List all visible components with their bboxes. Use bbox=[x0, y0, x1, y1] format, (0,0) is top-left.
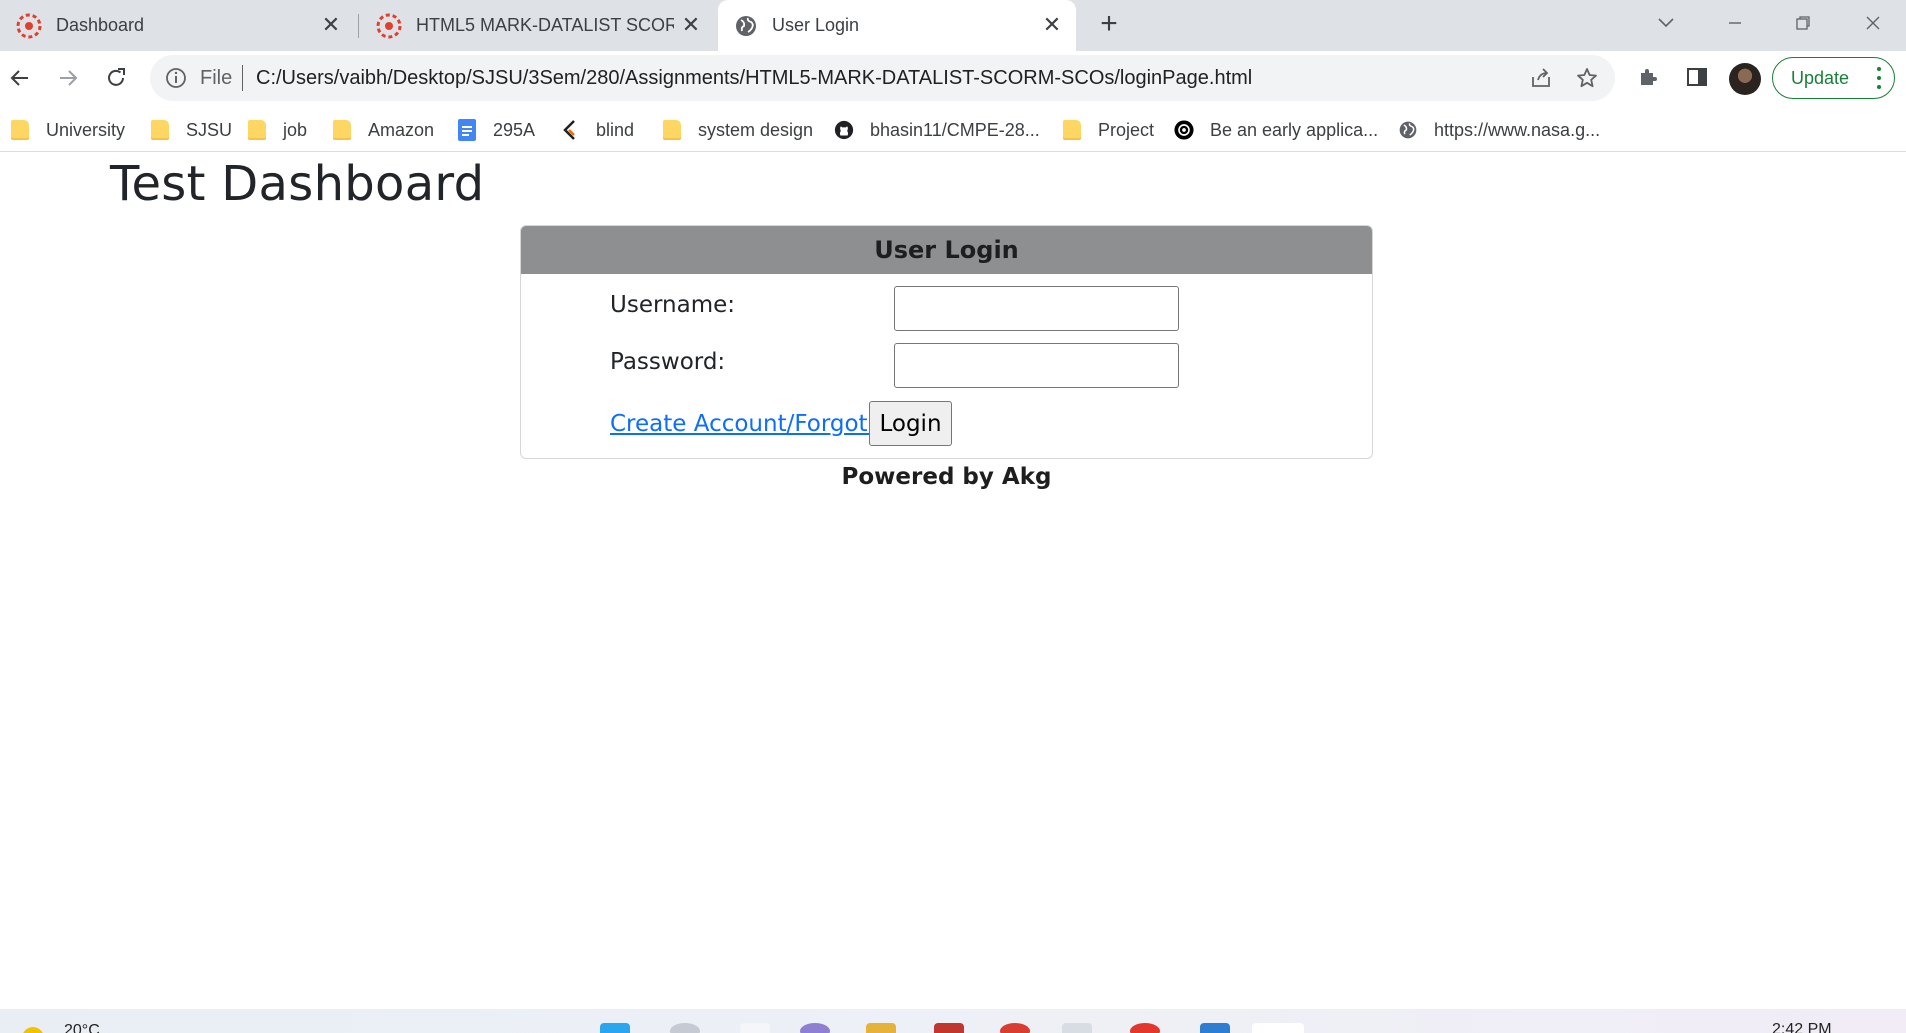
globe-icon bbox=[1398, 120, 1418, 140]
bookmark-label: University bbox=[46, 119, 126, 140]
github-icon bbox=[834, 120, 854, 140]
search-icon[interactable] bbox=[670, 1023, 700, 1033]
app-icon[interactable] bbox=[1130, 1023, 1160, 1033]
os-taskbar: 20°C 2:42 PM bbox=[0, 1009, 1906, 1033]
username-label: Username: bbox=[610, 292, 735, 318]
scheme-label: File bbox=[200, 67, 233, 89]
bookmark-label: 295A bbox=[493, 119, 536, 140]
username-input[interactable] bbox=[894, 286, 1179, 331]
extensions-puzzle-icon[interactable] bbox=[1634, 62, 1664, 92]
bookmark-blind[interactable]: blind bbox=[560, 117, 634, 143]
profile-avatar[interactable] bbox=[1729, 63, 1761, 95]
login-card: User Login Username: Password: Create Ac… bbox=[520, 225, 1373, 459]
tab-user-login[interactable]: User Login ✕ bbox=[718, 0, 1076, 51]
folder-icon bbox=[662, 120, 682, 140]
canvas-logo-icon bbox=[376, 13, 402, 38]
menu-dots-icon[interactable] bbox=[1876, 67, 1882, 89]
folder-icon bbox=[10, 120, 30, 140]
folder-icon bbox=[1062, 120, 1082, 140]
tab-title: User Login bbox=[772, 15, 860, 35]
folder-icon bbox=[247, 120, 267, 140]
share-icon[interactable] bbox=[1528, 65, 1554, 91]
globe-icon bbox=[736, 15, 756, 36]
weather-sun-icon[interactable] bbox=[22, 1027, 44, 1033]
update-button[interactable]: Update bbox=[1772, 57, 1895, 99]
bookmark-sjsu[interactable]: SJSU bbox=[150, 117, 232, 143]
bookmark-label: SJSU bbox=[186, 119, 233, 140]
tab-title: Dashboard bbox=[56, 15, 145, 35]
close-window-icon[interactable] bbox=[1856, 8, 1890, 38]
bookmark-project[interactable]: Project bbox=[1062, 117, 1154, 143]
weather-temperature: 20°C bbox=[64, 1022, 100, 1033]
update-label: Update bbox=[1791, 67, 1850, 88]
side-panel-icon[interactable] bbox=[1682, 62, 1712, 92]
bookmark-job[interactable]: job bbox=[247, 117, 307, 143]
new-tab-plus-icon[interactable]: + bbox=[1094, 9, 1124, 40]
canvas-logo-icon bbox=[16, 13, 42, 38]
active-app-icon[interactable] bbox=[1252, 1023, 1304, 1033]
file-explorer-icon[interactable] bbox=[866, 1023, 896, 1033]
back-arrow-icon bbox=[10, 70, 28, 86]
vscode-icon[interactable] bbox=[1200, 1023, 1230, 1033]
address-bar[interactable]: File C:/Users/vaibh/Desktop/SJSU/3Sem/28… bbox=[150, 55, 1615, 101]
openai-icon bbox=[1174, 120, 1194, 140]
bookmark-early-applicant[interactable]: Be an early applica... bbox=[1174, 117, 1378, 143]
close-tab-icon[interactable]: ✕ bbox=[1040, 12, 1064, 37]
reload-button[interactable] bbox=[98, 60, 134, 96]
bookmark-label: Amazon bbox=[368, 119, 435, 140]
bookmark-label: bhasin11/CMPE-28... bbox=[870, 119, 1040, 140]
clock-time: 2:42 PM bbox=[1772, 1021, 1832, 1033]
close-tab-icon[interactable]: ✕ bbox=[319, 12, 343, 37]
task-view-icon[interactable] bbox=[740, 1023, 770, 1033]
bookmark-system-design[interactable]: system design bbox=[662, 117, 813, 143]
bookmark-label: Be an early applica... bbox=[1210, 119, 1379, 140]
mail-icon[interactable] bbox=[1062, 1023, 1092, 1033]
reload-icon bbox=[108, 68, 125, 86]
tab-title: HTML5 MARK-DATALIST SCORM bbox=[416, 15, 674, 35]
teams-icon[interactable] bbox=[800, 1023, 830, 1033]
create-account-forgot-link[interactable]: Create Account/Forgot? bbox=[610, 411, 880, 437]
windows-start-icon[interactable] bbox=[600, 1023, 630, 1033]
restore-icon[interactable] bbox=[1786, 8, 1820, 38]
bookmark-label: system design bbox=[698, 119, 814, 140]
folder-icon bbox=[332, 120, 352, 140]
omnibox-separator bbox=[242, 65, 243, 91]
login-button[interactable]: Login bbox=[869, 401, 952, 446]
forward-button[interactable] bbox=[50, 60, 86, 96]
tab-dashboard[interactable]: Dashboard ✕ bbox=[0, 0, 355, 51]
minimize-icon[interactable] bbox=[1718, 8, 1752, 38]
folder-icon bbox=[150, 120, 170, 140]
bookmarks-bar: University SJSU job Amazon 295A blind sy… bbox=[0, 108, 1906, 152]
bookmark-label: job bbox=[283, 119, 308, 140]
bookmark-295a[interactable]: 295A bbox=[457, 117, 535, 143]
tab-html5-scorm[interactable]: HTML5 MARK-DATALIST SCORM ✕ bbox=[360, 0, 715, 51]
bookmark-label: https://www.nasa.g... bbox=[1434, 119, 1601, 140]
close-tab-icon[interactable]: ✕ bbox=[679, 12, 703, 37]
chrome-icon[interactable] bbox=[1000, 1023, 1030, 1033]
bookmark-star-icon[interactable] bbox=[1574, 65, 1600, 91]
back-button[interactable] bbox=[2, 60, 38, 96]
blind-logo-icon bbox=[560, 120, 580, 140]
forward-arrow-icon bbox=[60, 70, 78, 86]
bookmark-university[interactable]: University bbox=[10, 117, 125, 143]
url-text[interactable]: C:/Users/vaibh/Desktop/SJSU/3Sem/280/Ass… bbox=[256, 67, 1252, 90]
bookmark-amazon[interactable]: Amazon bbox=[332, 117, 434, 143]
page-title: Test Dashboard bbox=[110, 156, 485, 212]
bookmark-label: Project bbox=[1098, 119, 1155, 140]
password-label: Password: bbox=[610, 349, 726, 375]
login-card-header: User Login bbox=[521, 226, 1372, 274]
password-input[interactable] bbox=[894, 343, 1179, 388]
bookmark-github[interactable]: bhasin11/CMPE-28... bbox=[834, 117, 1040, 143]
info-icon[interactable] bbox=[164, 66, 188, 90]
tab-search-chevron-icon[interactable] bbox=[1649, 8, 1683, 38]
bookmark-label: blind bbox=[596, 119, 635, 140]
powered-by-footer: Powered by Akg bbox=[841, 464, 1052, 490]
office-icon[interactable] bbox=[934, 1023, 964, 1033]
google-docs-icon bbox=[457, 119, 477, 141]
tab-separator bbox=[358, 14, 359, 38]
bookmark-nasa[interactable]: https://www.nasa.g... bbox=[1398, 117, 1600, 143]
tab-strip: Dashboard ✕ HTML5 MARK-DATALIST SCORM ✕ … bbox=[0, 0, 1906, 51]
